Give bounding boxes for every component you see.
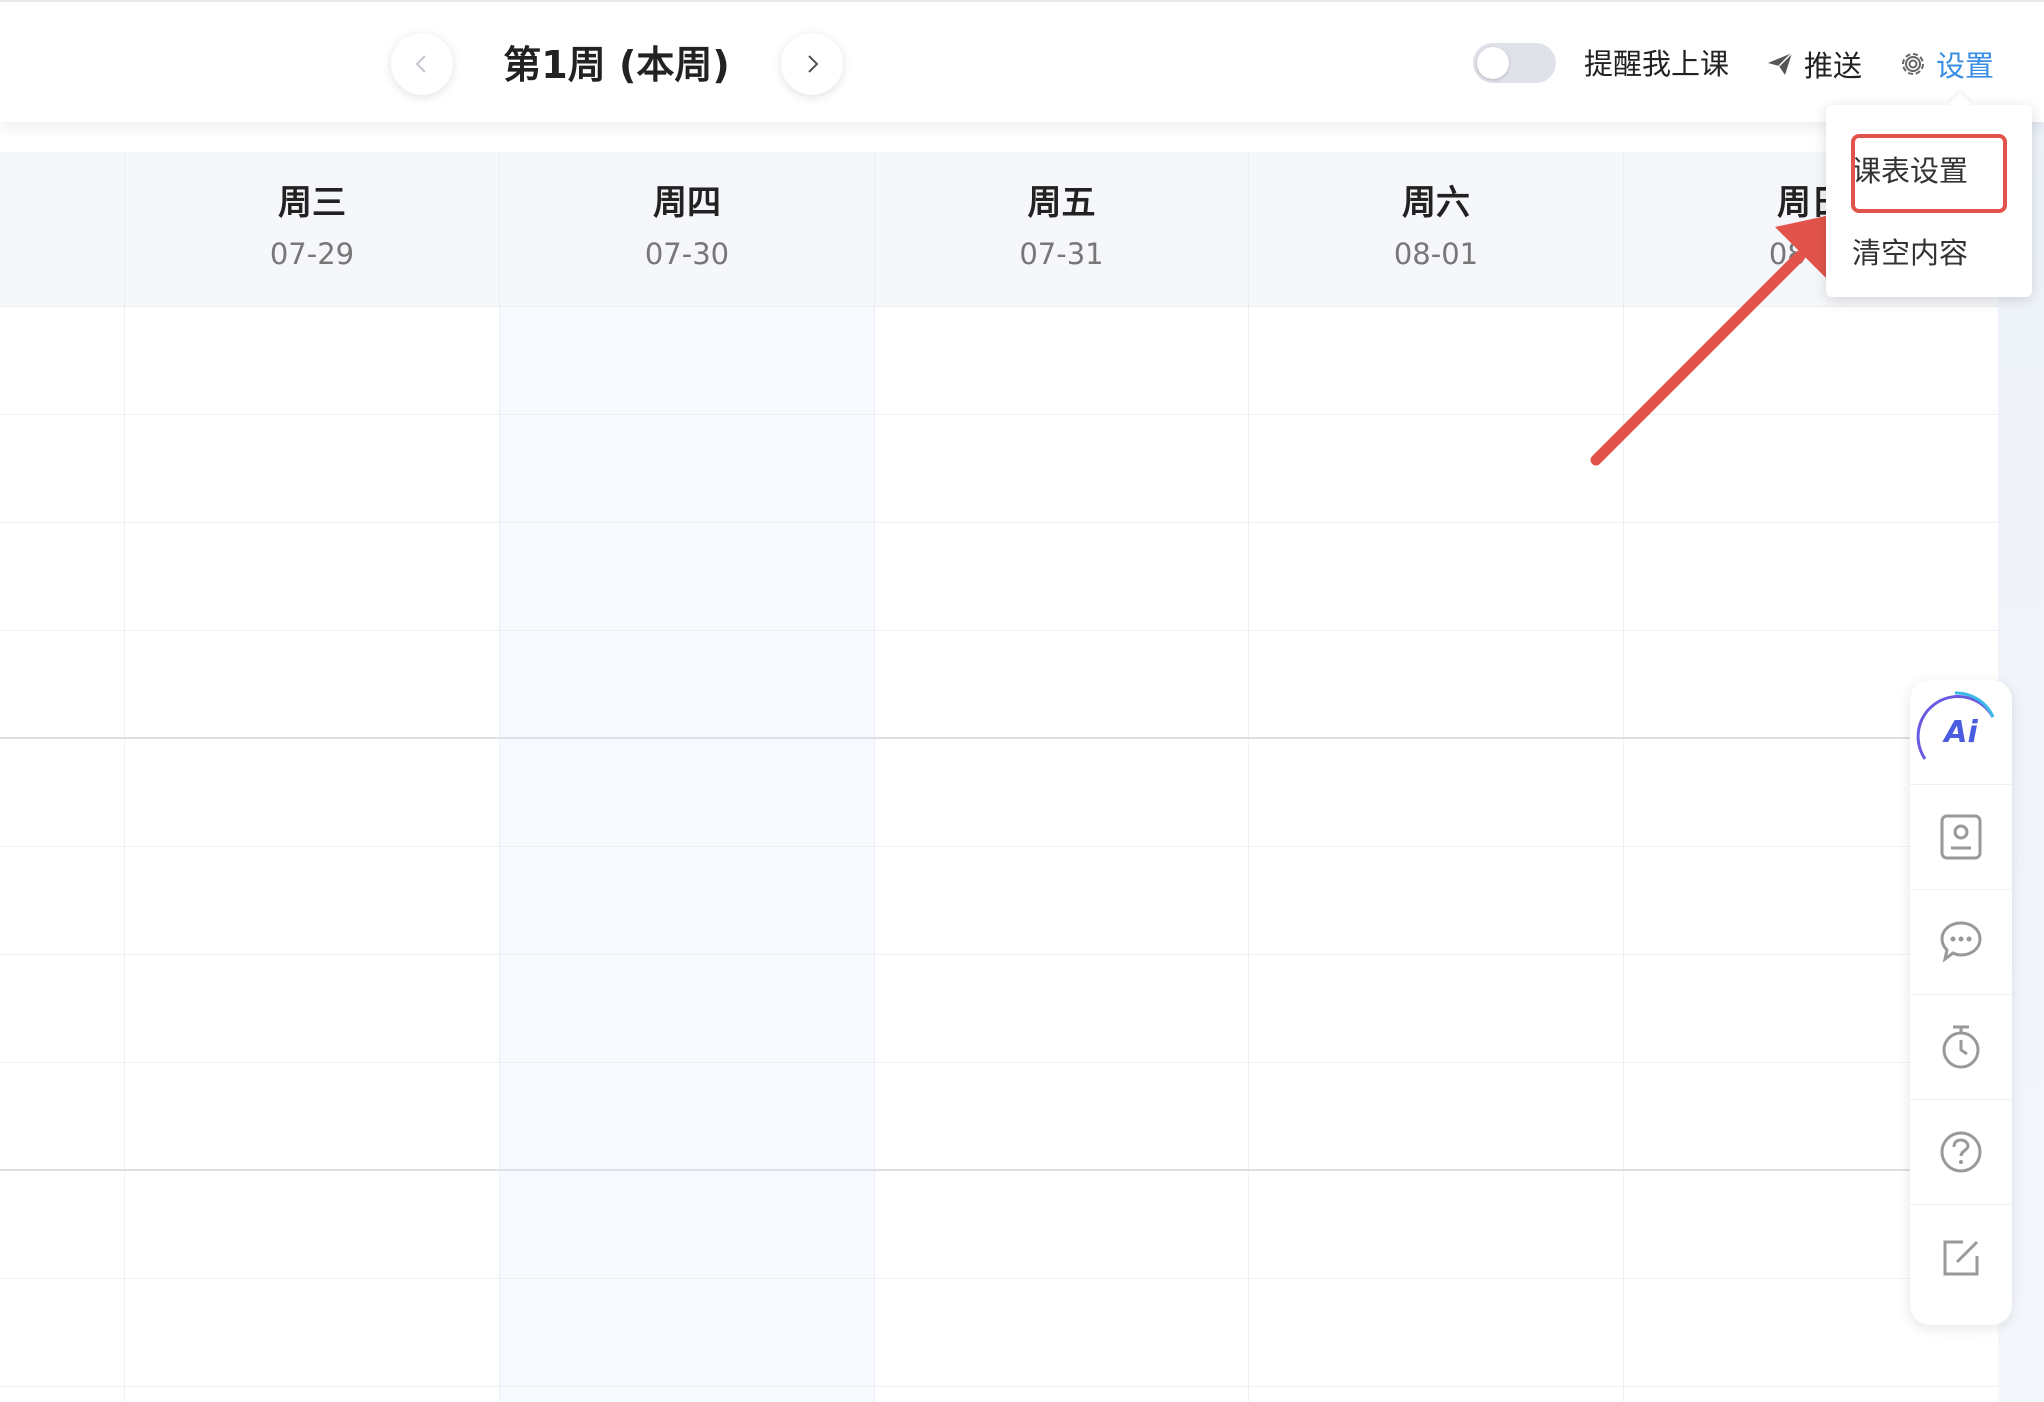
toggle-knob xyxy=(1477,47,1509,79)
chat-button[interactable] xyxy=(1910,890,2012,995)
ai-label: Ai xyxy=(1944,714,1978,750)
paper-plane-icon xyxy=(1768,52,1793,75)
timer-button[interactable] xyxy=(1910,995,2012,1100)
help-button[interactable] xyxy=(1910,1100,2012,1205)
day-column-thu[interactable] xyxy=(499,307,874,1402)
row-divider xyxy=(0,522,1998,523)
push-label: 推送 xyxy=(1804,49,1863,83)
day-header-sat: 周六 08-01 xyxy=(1248,152,1623,307)
day-date: 07-31 xyxy=(1019,237,1104,271)
day-column-fri[interactable] xyxy=(874,307,1248,1402)
day-column-wed[interactable] xyxy=(124,307,499,1402)
ai-assistant-button[interactable]: Ai xyxy=(1910,680,2012,785)
previous-week-button[interactable] xyxy=(391,33,453,95)
day-name: 周三 xyxy=(278,183,346,223)
day-header-wed: 周三 07-29 xyxy=(124,152,499,307)
help-icon xyxy=(1940,1131,1982,1173)
week-title: 第1周 (本周) xyxy=(503,43,730,87)
day-header-fri: 周五 07-31 xyxy=(874,152,1248,307)
edit-icon xyxy=(1943,1240,1979,1275)
contact-card-button[interactable] xyxy=(1910,785,2012,890)
row-divider xyxy=(0,1386,1998,1387)
day-date: 07-30 xyxy=(644,237,730,271)
session-divider xyxy=(0,1169,1998,1171)
day-name: 周五 xyxy=(1027,183,1096,223)
day-name: 周四 xyxy=(653,183,721,223)
gear-icon xyxy=(1902,53,1924,75)
next-week-button[interactable] xyxy=(781,33,843,95)
day-header-thu: 周四 07-30 xyxy=(499,152,874,307)
floating-toolbar: Ai xyxy=(1910,680,2012,1325)
settings-label: 设置 xyxy=(1936,49,1995,83)
row-divider xyxy=(0,414,1998,415)
row-divider xyxy=(0,630,1998,631)
row-divider xyxy=(0,1062,1998,1063)
menu-item-clear-content[interactable]: 清空内容 xyxy=(1852,233,1968,273)
timer-icon xyxy=(1942,1025,1980,1069)
day-column-sat[interactable] xyxy=(1248,307,1623,1402)
push-button[interactable]: 推送 xyxy=(1766,44,1862,84)
chat-bubble-icon xyxy=(1940,921,1982,963)
top-bar: 第1周 (本周) 提醒我上课 推送 设置 xyxy=(0,0,2044,122)
class-reminder-label: 提醒我上课 xyxy=(1584,47,1730,81)
timetable-grid: 周三 07-29 周四 07-30 周五 07-31 周六 08-01 周日 0… xyxy=(0,152,1998,1402)
day-date: 07-29 xyxy=(269,237,355,271)
day-date: 08-01 xyxy=(1393,237,1479,271)
session-divider xyxy=(0,737,1998,739)
chevron-left-icon xyxy=(415,55,426,73)
class-reminder-toggle[interactable] xyxy=(1473,43,1556,83)
day-name: 周六 xyxy=(1402,183,1470,223)
chevron-right-icon xyxy=(808,55,819,73)
row-divider xyxy=(0,846,1998,847)
row-divider xyxy=(0,1278,1998,1279)
row-divider xyxy=(0,954,1998,955)
edit-button[interactable] xyxy=(1910,1205,2012,1310)
contact-card-icon xyxy=(1940,814,1982,860)
settings-button[interactable]: 设置 xyxy=(1898,44,1994,84)
highlight-box xyxy=(1851,134,2007,213)
